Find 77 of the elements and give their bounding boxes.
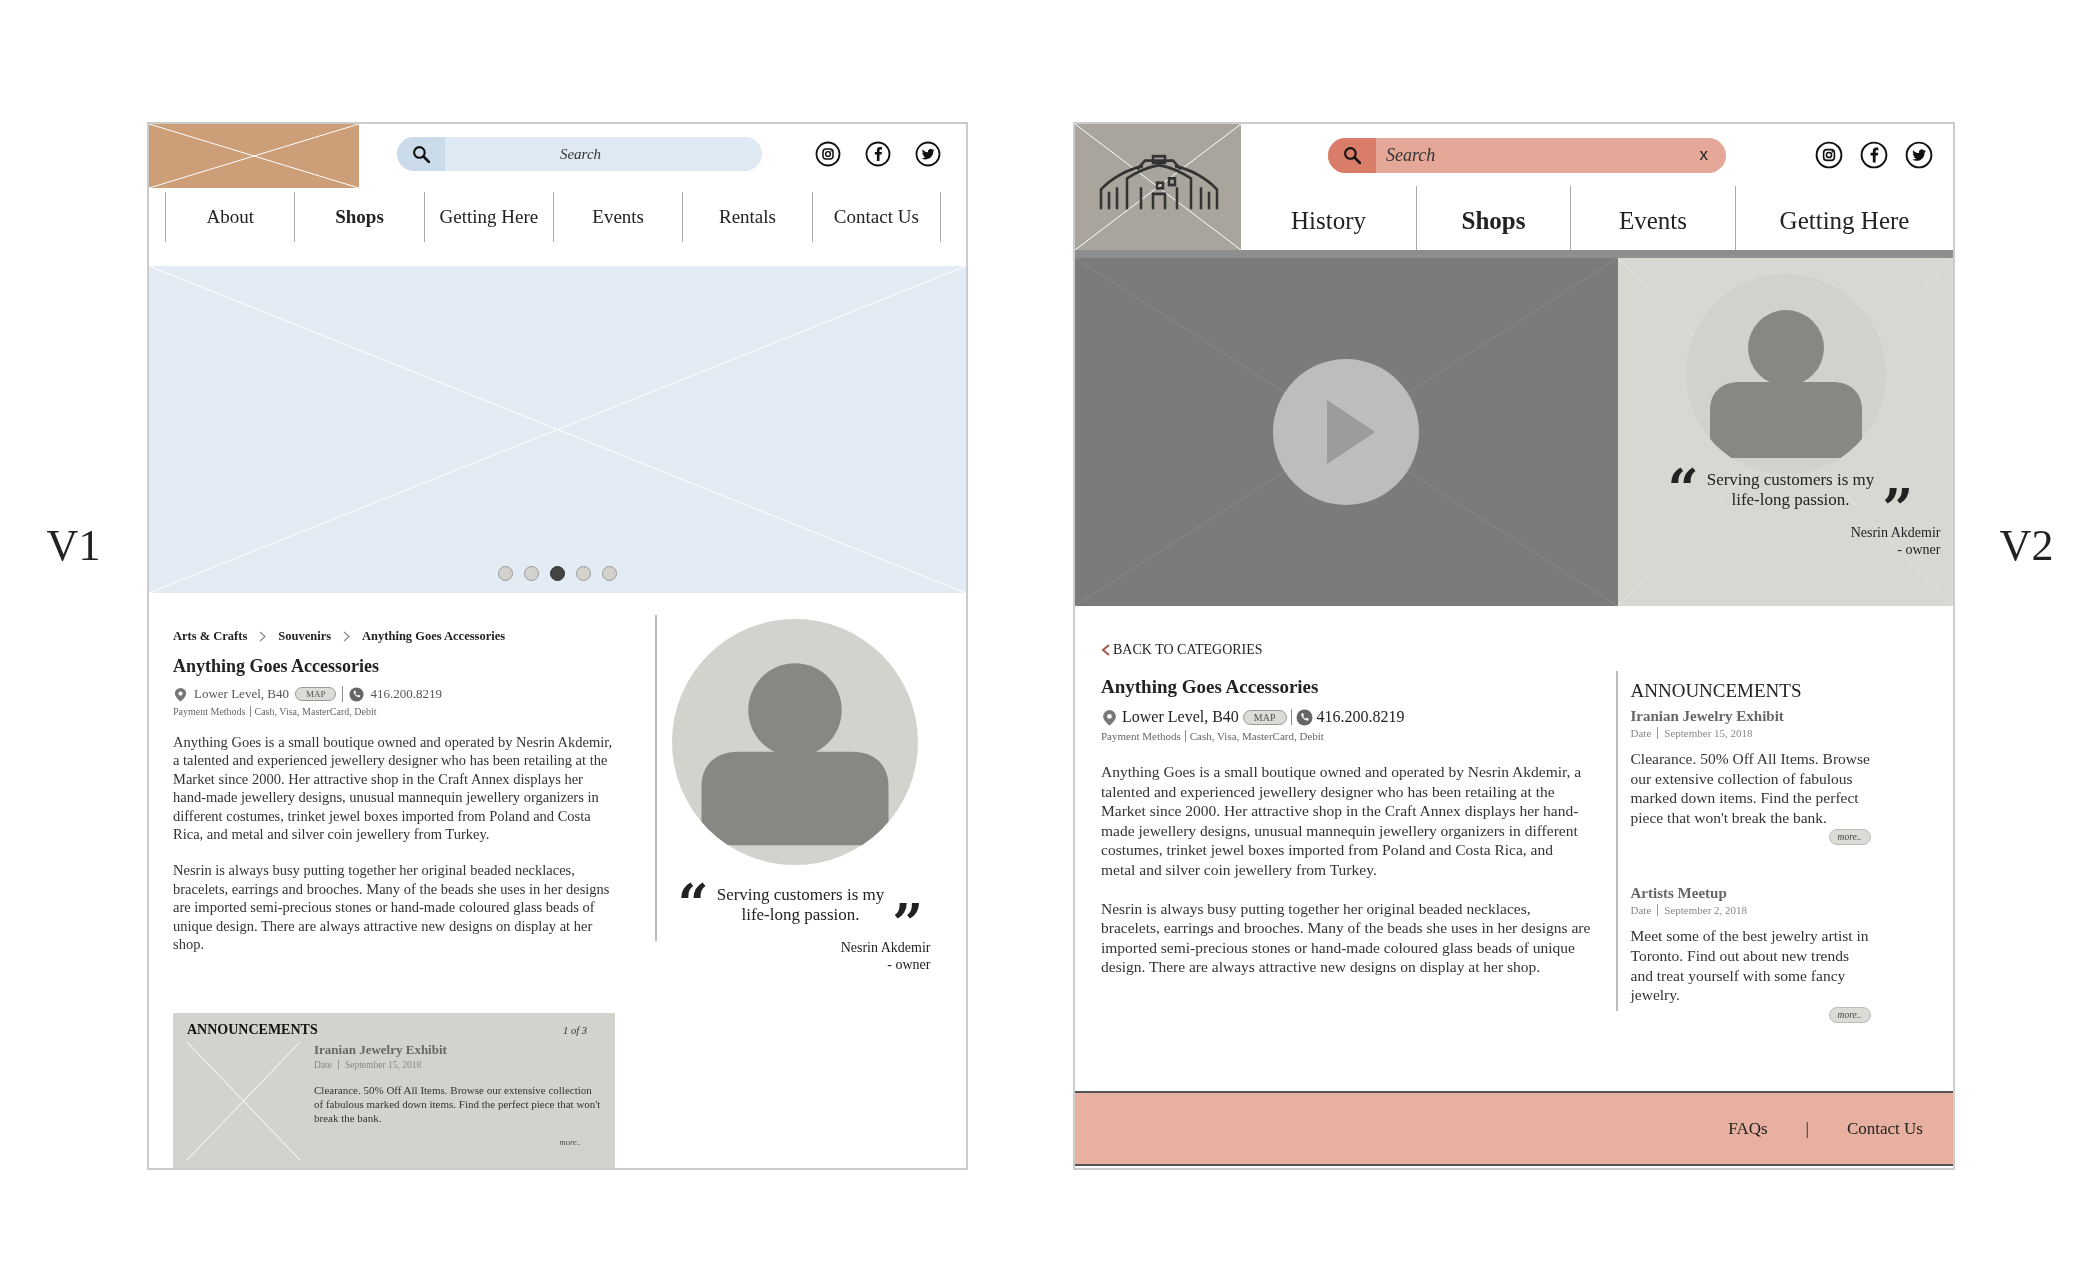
announcement-text: Clearance. 50% Off All Items. Browse our extensive collection of fabulous marked down items. Find the perfect piece that won't break the bank. bbox=[314, 1083, 601, 1125]
phone-icon bbox=[1295, 708, 1313, 726]
author-role: - owner bbox=[886, 956, 931, 973]
nav-tab[interactable]: Events bbox=[553, 192, 683, 242]
search-input[interactable]: Search bbox=[445, 144, 762, 164]
bird-icon[interactable] bbox=[915, 141, 941, 167]
author-name: Nesrin Akdemir bbox=[839, 939, 931, 956]
nav-tab[interactable]: Rentals bbox=[682, 192, 812, 242]
announcements-heading: ANNOUNCEMENTS bbox=[1630, 680, 1803, 702]
breadcrumb-link[interactable]: Anything Goes Accessories bbox=[362, 629, 506, 644]
phone-number: 416.200.8219 bbox=[370, 686, 442, 702]
map-button[interactable]: MAP bbox=[294, 687, 337, 701]
search-icon bbox=[1343, 146, 1361, 164]
announcement-text: Clearance. 50% Off All Items. Browse our extensive collection of fabulous marked down items. Find the perfect piece that won't break the bank. bbox=[1630, 749, 1871, 828]
search-icon bbox=[412, 145, 430, 163]
chevron-icon bbox=[1101, 644, 1110, 656]
shop-description: Anything Goes is a small boutique owned and operated by Nesrin Akdemir, a talented and experienced jewellery designer who has been retailing at the Market since 2000. Her attractive shop in the Craft Annex displays her hand-made jewellery designs, unusual mannequin jewellery organizers in different costumes, trinket jewel boxes imported from Poland and Costa Rica, and metal and silver coin jewellery from Turkey. bbox=[1101, 762, 1583, 880]
more-button[interactable]: more.. bbox=[1828, 1006, 1871, 1023]
camera-icon[interactable] bbox=[1815, 141, 1843, 169]
version-label: V1 bbox=[46, 521, 101, 570]
announcements-heading: ANNOUNCEMENTS bbox=[187, 1022, 318, 1038]
announcement-title: Artists Meetup bbox=[1630, 885, 1728, 903]
pin-icon bbox=[173, 686, 188, 702]
camera-icon[interactable] bbox=[815, 141, 841, 167]
nav-tab[interactable]: Getting Here bbox=[423, 192, 553, 242]
payment-methods: Cash, Visa, MasterCard, Debit bbox=[1184, 730, 1324, 742]
location-text: Lower Level, B40 bbox=[194, 686, 289, 702]
search-field[interactable]: Search x bbox=[1328, 137, 1726, 173]
version-label: V2 bbox=[1999, 521, 2054, 570]
quote-text: Serving customers is my life-long passion. bbox=[715, 885, 886, 925]
shop-title: Anything Goes Accessories bbox=[1101, 676, 1320, 698]
announcement-text: Meet some of the best jewelry artist in Toronto. Find out about new trends and treat yourself with some fancy jewelry. bbox=[1630, 926, 1870, 1005]
search-input[interactable]: Search bbox=[1376, 143, 1682, 167]
quote-mark: ” bbox=[892, 905, 924, 935]
phone-icon bbox=[349, 686, 365, 702]
clear-button[interactable]: x bbox=[1681, 145, 1726, 165]
shop-description: Nesrin is always busy putting together her original beaded necklaces, bracelets, earrings and brooches. Many of the beads she uses in her designs are imported semi-precious stones or hand-made coloured glass beads of unique design. There are always attractive new designs on display at her shop. bbox=[1101, 898, 1591, 977]
payment-label: Payment Methods bbox=[173, 706, 246, 717]
nav-tab[interactable]: Shops bbox=[294, 192, 424, 242]
date-label: Date bbox=[314, 1060, 332, 1070]
map-button[interactable]: MAP bbox=[1242, 709, 1287, 725]
more-link[interactable]: more.. bbox=[559, 1137, 581, 1147]
shop-description: Anything Goes is a small boutique owned and operated by Nesrin Akdemir, a talented and experienced jewellery designer who has been retailing at the Market since 2000. Her attractive shop in the Craft Annex displays her hand-made jewellery designs, unusual mannequin jewellery organizers in different costumes, trinket jewel boxes imported from Poland and Costa Rica, and metal and silver coin jewellery from Turkey. bbox=[173, 733, 614, 844]
footer-link[interactable]: Contact Us bbox=[1846, 1118, 1923, 1139]
nav-tab[interactable]: Contact Us bbox=[811, 192, 941, 242]
nav-tab[interactable]: About bbox=[165, 192, 295, 242]
announcement-title: Iranian Jewelry Exhibit bbox=[314, 1042, 448, 1058]
announcement-title: Iranian Jewelry Exhibit bbox=[1630, 708, 1785, 725]
f-icon[interactable] bbox=[1860, 141, 1888, 169]
nav-tab[interactable]: History bbox=[1241, 186, 1416, 250]
bird-icon[interactable] bbox=[1905, 141, 1933, 169]
author-name: Nesrin Akdemir bbox=[1849, 524, 1941, 541]
footer-link[interactable]: FAQs bbox=[1728, 1118, 1768, 1139]
page-counter: 1 of 3 bbox=[563, 1025, 587, 1036]
quote-mark: ” bbox=[1882, 490, 1914, 520]
search-field[interactable]: Search bbox=[397, 137, 762, 171]
shop-title: Anything Goes Accessories bbox=[173, 656, 380, 677]
breadcrumb-link[interactable]: Souvenirs bbox=[278, 629, 332, 644]
footer-separator: | bbox=[1805, 1118, 1809, 1139]
location-text: Lower Level, B40 bbox=[1122, 708, 1239, 726]
more-button[interactable]: more.. bbox=[1828, 829, 1871, 846]
date-label: Date bbox=[1630, 904, 1652, 917]
chevron-icon bbox=[343, 631, 351, 642]
date-label: Date bbox=[1630, 727, 1652, 739]
payment-label: Payment Methods bbox=[1101, 730, 1181, 742]
payment-methods: Cash, Visa, MasterCard, Debit bbox=[249, 706, 377, 717]
announcement-date: September 2, 2018 bbox=[1657, 904, 1748, 917]
chevron-icon bbox=[259, 631, 267, 642]
shop-description: Nesrin is always busy putting together her original beaded necklaces, bracelets, earrings and brooches. Many of the beads she uses in her designs are imported semi-precious stones or hand-made coloured glass beads of unique design. There are always attractive new designs on display at her shop. bbox=[173, 861, 611, 954]
f-icon[interactable] bbox=[865, 141, 891, 167]
breadcrumb-link[interactable]: Arts & Crafts bbox=[173, 629, 248, 644]
announcement-date: September 15, 2018 bbox=[337, 1060, 422, 1070]
quote-text: Serving customers is my life-long passion. bbox=[1705, 470, 1876, 510]
announcement-date: September 15, 2018 bbox=[1657, 727, 1753, 739]
author-role: - owner bbox=[1896, 541, 1941, 558]
pin-icon bbox=[1101, 708, 1118, 726]
phone-number: 416.200.8219 bbox=[1316, 708, 1405, 726]
